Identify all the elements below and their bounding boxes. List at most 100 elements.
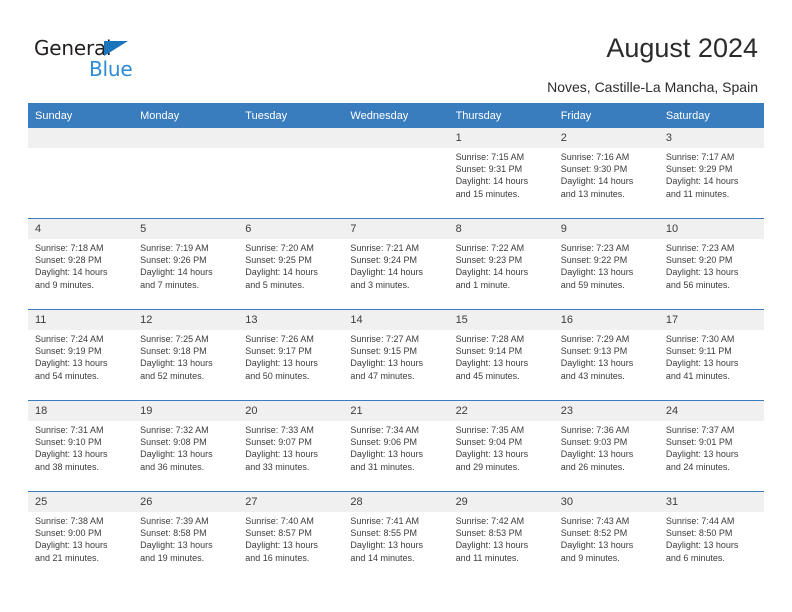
general-blue-logo[interactable]: General Blue <box>34 36 154 84</box>
daylight-text-line1: Daylight: 14 hours <box>350 267 423 278</box>
daylight-text-line1: Daylight: 13 hours <box>140 449 213 460</box>
daylight-text-line1: Daylight: 13 hours <box>245 449 318 460</box>
calendar-day-cell[interactable]: 13 Sunrise: 7:26 AM Sunset: 9:17 PM Dayligh… <box>238 309 344 401</box>
sunrise-text: Sunrise: 7:33 AM <box>245 425 314 435</box>
daylight-text-line2: and 26 minutes. <box>560 461 625 472</box>
calendar-day-cell[interactable]: 6 Sunrise: 7:20 AM Sunset: 9:25 PM Daylight… <box>238 218 344 310</box>
calendar-day-cell[interactable]: 10 Sunrise: 7:23 AM Sunset: 9:20 PM Dayligh… <box>658 218 764 310</box>
calendar-day-cell[interactable]: 26 Sunrise: 7:39 AM Sunset: 8:58 PM Dayligh… <box>133 491 239 582</box>
day-cell-content: 28 Sunrise: 7:41 AM Sunset: 8:55 PM Dayligh… <box>343 492 449 582</box>
logo-triangle-icon <box>104 41 128 56</box>
day-sun-info: Sunrise: 7:32 AM Sunset: 9:08 PM Daylight:… <box>133 421 238 473</box>
daylight-text-line1: Daylight: 13 hours <box>455 358 529 369</box>
day-cell-content: 19 Sunrise: 7:32 AM Sunset: 9:08 PM Dayligh… <box>133 401 239 491</box>
daylight-text-line2: and 19 minutes. <box>140 552 205 563</box>
day-sun-info: Sunrise: 7:15 AM Sunset: 9:31 PM Daylight:… <box>449 148 554 200</box>
calendar-day-cell[interactable]: 23 Sunrise: 7:36 AM Sunset: 9:03 PM Dayligh… <box>553 400 659 492</box>
day-sun-info: Sunrise: 7:23 AM Sunset: 9:22 PM Daylight:… <box>554 239 659 291</box>
sunset-text: Sunset: 9:07 PM <box>245 437 312 448</box>
daylight-text-line2: and 6 minutes. <box>665 552 725 563</box>
daylight-text-line2: and 59 minutes. <box>560 279 625 290</box>
calendar-day-cell[interactable]: 7 Sunrise: 7:21 AM Sunset: 9:24 PM Daylight… <box>343 218 449 310</box>
calendar-day-cell[interactable]: 28 Sunrise: 7:41 AM Sunset: 8:55 PM Dayligh… <box>343 491 449 582</box>
calendar-day-cell[interactable]: 30 Sunrise: 7:43 AM Sunset: 8:52 PM Dayligh… <box>553 491 659 582</box>
day-sun-info: Sunrise: 7:25 AM Sunset: 9:18 PM Daylight:… <box>133 330 238 382</box>
sunset-text: Sunset: 9:28 PM <box>35 255 102 266</box>
day-sun-info: Sunrise: 7:20 AM Sunset: 9:25 PM Daylight:… <box>238 239 343 291</box>
sunrise-text: Sunrise: 7:15 AM <box>455 152 525 162</box>
day-sun-info <box>28 148 133 151</box>
calendar-day-cell[interactable]: 19 Sunrise: 7:32 AM Sunset: 9:08 PM Dayligh… <box>133 400 239 492</box>
daylight-text-line1: Daylight: 14 hours <box>560 176 634 187</box>
calendar-day-cell[interactable]: 2 Sunrise: 7:16 AM Sunset: 9:30 PM Daylight… <box>553 128 659 219</box>
day-number <box>343 128 449 148</box>
calendar-day-cell[interactable]: 11 Sunrise: 7:24 AM Sunset: 9:19 PM Dayligh… <box>28 309 134 401</box>
sunset-text: Sunset: 9:31 PM <box>455 164 523 175</box>
calendar-day-cell[interactable]: 5 Sunrise: 7:19 AM Sunset: 9:26 PM Daylight… <box>133 218 239 310</box>
calendar-day-cell[interactable]: 25 Sunrise: 7:38 AM Sunset: 9:00 PM Dayligh… <box>28 491 134 582</box>
calendar-day-cell[interactable]: 12 Sunrise: 7:25 AM Sunset: 9:18 PM Dayligh… <box>133 309 239 401</box>
calendar-day-cell[interactable]: 21 Sunrise: 7:34 AM Sunset: 9:06 PM Dayligh… <box>343 400 449 492</box>
day-number <box>133 128 239 148</box>
day-number: 16 <box>553 310 659 330</box>
calendar-day-cell[interactable]: 8 Sunrise: 7:22 AM Sunset: 9:23 PM Daylight… <box>448 218 554 310</box>
daylight-text-line1: Daylight: 13 hours <box>245 540 318 551</box>
day-cell-content: 6 Sunrise: 7:20 AM Sunset: 9:25 PM Daylight… <box>238 219 344 309</box>
daylight-text-line1: Daylight: 14 hours <box>455 267 529 278</box>
sunrise-text: Sunrise: 7:41 AM <box>350 516 419 526</box>
calendar-day-cell[interactable]: 20 Sunrise: 7:33 AM Sunset: 9:07 PM Dayligh… <box>238 400 344 492</box>
weekday-header-tuesday: Tuesday <box>238 103 344 128</box>
sunset-text: Sunset: 9:30 PM <box>560 164 628 175</box>
calendar-day-cell[interactable]: 15 Sunrise: 7:28 AM Sunset: 9:14 PM Dayligh… <box>448 309 554 401</box>
day-sun-info: Sunrise: 7:26 AM Sunset: 9:17 PM Daylight:… <box>238 330 343 382</box>
day-cell-content: 14 Sunrise: 7:27 AM Sunset: 9:15 PM Dayligh… <box>343 310 449 400</box>
daylight-text-line1: Daylight: 13 hours <box>560 540 634 551</box>
sunset-text: Sunset: 9:06 PM <box>350 437 417 448</box>
calendar-table: Sunday Monday Tuesday Wednesday Thursday… <box>28 103 764 582</box>
day-cell-content: 4 Sunrise: 7:18 AM Sunset: 9:28 PM Daylight… <box>28 219 134 309</box>
daylight-text-line1: Daylight: 13 hours <box>35 540 108 551</box>
daylight-text-line2: and 16 minutes. <box>245 552 310 563</box>
day-cell-content <box>238 128 344 218</box>
weekday-header-friday: Friday <box>553 103 659 128</box>
calendar-day-cell[interactable]: 24 Sunrise: 7:37 AM Sunset: 9:01 PM Dayligh… <box>658 400 764 492</box>
calendar-day-cell[interactable]: 3 Sunrise: 7:17 AM Sunset: 9:29 PM Daylight… <box>658 128 764 219</box>
calendar-day-cell[interactable]: 14 Sunrise: 7:27 AM Sunset: 9:15 PM Dayligh… <box>343 309 449 401</box>
calendar-day-cell[interactable]: 17 Sunrise: 7:30 AM Sunset: 9:11 PM Dayligh… <box>658 309 764 401</box>
day-number: 30 <box>553 492 659 512</box>
daylight-text-line2: and 5 minutes. <box>245 279 305 290</box>
calendar-day-cell[interactable]: 31 Sunrise: 7:44 AM Sunset: 8:50 PM Dayligh… <box>658 491 764 582</box>
calendar-day-cell[interactable]: 9 Sunrise: 7:23 AM Sunset: 9:22 PM Daylight… <box>553 218 659 310</box>
sunset-text: Sunset: 9:20 PM <box>665 255 733 266</box>
calendar-day-cell-empty <box>238 128 344 219</box>
day-number: 24 <box>658 401 764 421</box>
day-number: 23 <box>553 401 659 421</box>
calendar-day-cell[interactable]: 16 Sunrise: 7:29 AM Sunset: 9:13 PM Dayligh… <box>553 309 659 401</box>
day-cell-content: 13 Sunrise: 7:26 AM Sunset: 9:17 PM Dayligh… <box>238 310 344 400</box>
daylight-text-line2: and 43 minutes. <box>560 370 625 381</box>
sunset-text: Sunset: 9:03 PM <box>560 437 628 448</box>
day-sun-info: Sunrise: 7:23 AM Sunset: 9:20 PM Daylight:… <box>659 239 764 291</box>
day-number: 7 <box>343 219 449 239</box>
day-cell-content: 8 Sunrise: 7:22 AM Sunset: 9:23 PM Daylight… <box>448 219 554 309</box>
day-number: 4 <box>28 219 134 239</box>
calendar-day-cell[interactable]: 22 Sunrise: 7:35 AM Sunset: 9:04 PM Dayligh… <box>448 400 554 492</box>
daylight-text-line2: and 9 minutes. <box>35 279 95 290</box>
day-sun-info: Sunrise: 7:39 AM Sunset: 8:58 PM Daylight:… <box>133 512 238 564</box>
calendar-day-cell[interactable]: 27 Sunrise: 7:40 AM Sunset: 8:57 PM Dayligh… <box>238 491 344 582</box>
calendar-day-cell[interactable]: 18 Sunrise: 7:31 AM Sunset: 9:10 PM Dayligh… <box>28 400 134 492</box>
day-sun-info: Sunrise: 7:38 AM Sunset: 9:00 PM Daylight:… <box>28 512 133 564</box>
day-number: 13 <box>238 310 344 330</box>
calendar-day-cell[interactable]: 1 Sunrise: 7:15 AM Sunset: 9:31 PM Daylight… <box>448 128 554 219</box>
daylight-text-line2: and 38 minutes. <box>35 461 100 472</box>
daylight-text-line1: Daylight: 13 hours <box>455 540 529 551</box>
day-number: 14 <box>343 310 449 330</box>
sunset-text: Sunset: 8:57 PM <box>245 528 312 539</box>
calendar-day-cell[interactable]: 29 Sunrise: 7:42 AM Sunset: 8:53 PM Dayligh… <box>448 491 554 582</box>
day-cell-content: 18 Sunrise: 7:31 AM Sunset: 9:10 PM Dayligh… <box>28 401 134 491</box>
weekday-header-monday: Monday <box>133 103 239 128</box>
sunrise-text: Sunrise: 7:16 AM <box>560 152 630 162</box>
daylight-text-line1: Daylight: 13 hours <box>350 540 423 551</box>
daylight-text-line2: and 29 minutes. <box>455 461 520 472</box>
calendar-day-cell[interactable]: 4 Sunrise: 7:18 AM Sunset: 9:28 PM Daylight… <box>28 218 134 310</box>
